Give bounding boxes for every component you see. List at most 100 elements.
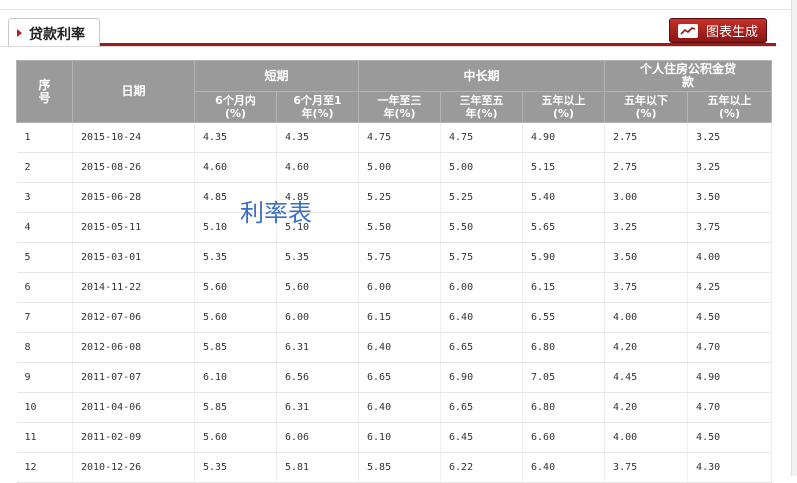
table-cell: 5.60: [276, 272, 360, 303]
table-cell: 9: [16, 362, 73, 393]
table-cell: 6.80: [522, 392, 606, 423]
rates-table-wrapper: 序号 日期 短期 中长期 个人住房公积金贷款 6个月内(%) 6个月至1年(%)…: [16, 60, 773, 483]
table-row: 1 2015-10-24 4.35 4.35 4.75 4.75 4.90 2.75 3.25: [16, 122, 773, 153]
header-fund-5plus: 五年以上(%): [687, 91, 773, 123]
header-ml-3-5: 三年至五年(%): [440, 91, 524, 123]
table-cell: 6.00: [440, 272, 524, 303]
table-cell: 3.25: [687, 122, 773, 153]
header-ml-5plus: 五年以上(%): [522, 91, 606, 123]
table-cell: 2015-05-11: [72, 212, 195, 243]
tab-loan-rates[interactable]: 贷款利率: [8, 18, 100, 47]
table-cell: 4.85: [276, 182, 360, 213]
generate-chart-button[interactable]: 图表生成: [669, 18, 767, 43]
table-cell: 6.10: [358, 422, 442, 453]
table-row: 7 2012-07-06 5.60 6.00 6.15 6.40 6.55 4.00 4.50: [16, 302, 773, 333]
table-cell: 5.15: [522, 152, 606, 183]
table-cell: 4.35: [194, 122, 277, 153]
table-row: 2 2015-08-26 4.60 4.60 5.00 5.00 5.15 2.75 3.25: [16, 152, 773, 183]
table-cell: 5.25: [358, 182, 442, 213]
table-cell: 5.90: [522, 242, 606, 273]
table-cell: 2015-06-28: [72, 182, 195, 213]
table-cell: 6.90: [440, 362, 524, 393]
table-cell: 6.22: [440, 452, 524, 483]
table-cell: 5.10: [194, 212, 277, 243]
table-cell: 6.65: [358, 362, 442, 393]
table-cell: 5.35: [194, 242, 277, 273]
table-cell: 6.40: [358, 332, 442, 363]
table-row: 9 2011-07-07 6.10 6.56 6.65 6.90 7.05 4.45 4.90: [16, 362, 773, 393]
table-cell: 5.60: [194, 272, 277, 303]
table-cell: 2015-03-01: [72, 242, 195, 273]
table-row: 5 2015-03-01 5.35 5.35 5.75 5.75 5.90 3.50 4.00: [16, 242, 773, 273]
table-row: 6 2014-11-22 5.60 5.60 6.00 6.00 6.15 3.75 4.25: [16, 272, 773, 303]
table-cell: 6.40: [440, 302, 524, 333]
table-cell: 4.70: [687, 392, 773, 423]
table-cell: 7: [16, 302, 73, 333]
table-cell: 2015-10-24: [72, 122, 195, 153]
vertical-scrollbar[interactable]: [791, 0, 797, 476]
header-short-6m: 6个月内(%): [194, 91, 277, 123]
table-cell: 4: [16, 212, 73, 243]
table-cell: 6.60: [522, 422, 606, 453]
table-cell: 5.25: [440, 182, 524, 213]
table-cell: 3.75: [604, 452, 689, 483]
table-cell: 12: [16, 452, 73, 483]
table-cell: 6.06: [276, 422, 360, 453]
table-cell: 4.20: [604, 332, 689, 363]
table-cell: 6.15: [522, 272, 606, 303]
generate-chart-label: 图表生成: [705, 25, 758, 40]
table-row: 10 2011-04-06 5.85 6.31 6.40 6.65 6.80 4.20 4.70: [16, 392, 773, 423]
table-cell: 2015-08-26: [72, 152, 195, 183]
table-cell: 1: [16, 122, 73, 153]
table-cell: 4.60: [276, 152, 360, 183]
table-cell: 4.30: [687, 452, 773, 483]
table-cell: 5.60: [194, 422, 277, 453]
table-cell: 4.00: [604, 422, 689, 453]
table-cell: 6.00: [358, 272, 442, 303]
panel-header: 贷款利率 图表生成: [0, 10, 797, 50]
table-row: 3 2015-06-28 4.85 4.85 5.25 5.25 5.40 3.00 3.50: [16, 182, 773, 213]
header-short-6m-1y: 6个月至1年(%): [275, 91, 360, 123]
table-cell: 6.10: [194, 362, 277, 393]
table-cell: 5.50: [440, 212, 524, 243]
table-cell: 6.56: [276, 362, 360, 393]
table-cell: 3.50: [687, 182, 773, 213]
header-date: 日期: [72, 60, 195, 123]
header-divider: [0, 46, 776, 47]
table-cell: 6.00: [276, 302, 360, 333]
table-cell: 4.75: [358, 122, 442, 153]
table-row: 8 2012-06-08 5.85 6.31 6.40 6.65 6.80 4.20 4.70: [16, 332, 773, 363]
table-cell: 3.75: [687, 212, 773, 243]
table-cell: 5.50: [358, 212, 442, 243]
table-cell: 6.40: [358, 392, 442, 423]
table-row: 11 2011-02-09 5.60 6.06 6.10 6.45 6.60 4.00 4.50: [16, 422, 773, 453]
table-cell: 3.50: [604, 242, 689, 273]
table-cell: 11: [16, 422, 73, 453]
header-fund: 个人住房公积金贷款: [604, 60, 773, 92]
table-cell: 2011-07-07: [72, 362, 195, 393]
header-fund-5minus: 五年以下(%): [604, 91, 689, 123]
table-cell: 2.75: [604, 122, 689, 153]
table-cell: 3.00: [604, 182, 689, 213]
table-cell: 6.80: [522, 332, 606, 363]
table-cell: 3.25: [604, 212, 689, 243]
table-cell: 4.75: [440, 122, 524, 153]
table-cell: 6.31: [276, 392, 360, 423]
header-short: 短期: [193, 60, 360, 92]
table-cell: 4.70: [687, 332, 773, 363]
header-mid-long: 中长期: [358, 60, 606, 92]
table-cell: 6.65: [440, 332, 524, 363]
table-cell: 7.05: [522, 362, 606, 393]
table-cell: 5.60: [194, 302, 277, 333]
table-cell: 4.45: [604, 362, 689, 393]
table-cell: 4.25: [687, 272, 773, 303]
table-cell: 5.85: [194, 392, 277, 423]
table-cell: 2: [16, 152, 73, 183]
table-cell: 5.35: [194, 452, 277, 483]
tab-label: 贷款利率: [29, 27, 85, 43]
table-cell: 5.35: [276, 242, 360, 273]
header-seq: 序号: [16, 60, 73, 123]
table-cell: 5.85: [194, 332, 277, 363]
table-row: 12 2010-12-26 5.35 5.81 5.85 6.22 6.40 3.75 4.30: [16, 452, 773, 483]
table-cell: 2014-11-22: [72, 272, 195, 303]
